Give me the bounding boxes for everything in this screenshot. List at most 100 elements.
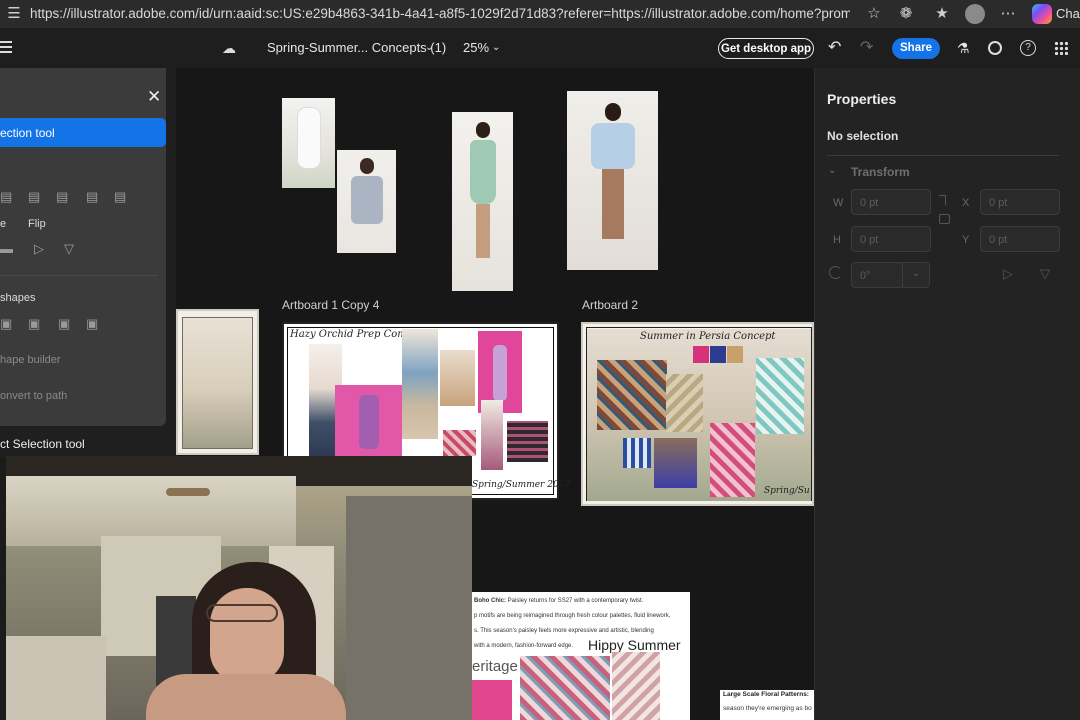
person-shoulders: [146, 674, 346, 720]
divider: [827, 155, 1059, 156]
align-left-icon[interactable]: ▤: [0, 189, 12, 205]
selection-status: No selection: [827, 129, 899, 143]
webcam-overlay: [6, 456, 472, 720]
align-middle-icon[interactable]: ▤: [86, 189, 98, 205]
convert-to-path-item[interactable]: onvert to path: [0, 390, 67, 402]
width-field[interactable]: 0 pt: [851, 189, 931, 215]
get-desktop-app-button[interactable]: Get desktop app: [718, 38, 814, 59]
chevron-down-icon[interactable]: ⌄: [828, 165, 836, 176]
chat-label[interactable]: Chat: [1056, 0, 1080, 28]
collage-tile: [710, 423, 755, 497]
active-tool-item[interactable]: ection tool: [0, 118, 166, 147]
fashion-photo-blue-set[interactable]: [567, 91, 658, 270]
collage-pink-block: [335, 385, 402, 457]
zoom-chevron-icon[interactable]: ⌄: [492, 28, 500, 68]
board-title: Summer in Persia Concept: [640, 331, 776, 342]
fashion-photo-white-blouse[interactable]: [282, 98, 335, 188]
site-info-icon[interactable]: ☰: [2, 0, 26, 28]
collage-tile: [756, 358, 804, 434]
zoom-level[interactable]: 25%: [463, 28, 489, 68]
fashion-photo-mint-dress[interactable]: [452, 112, 513, 291]
collage-photo: [402, 329, 438, 439]
help-icon[interactable]: ?: [1020, 40, 1036, 56]
text-artboard-floral[interactable]: Large Scale Floral Patterns: season they…: [720, 690, 814, 720]
collage-tile: [623, 438, 651, 468]
w-label: W: [833, 197, 844, 209]
x-label: X: [962, 197, 970, 209]
copilot-icon[interactable]: [1032, 4, 1052, 24]
swatch: [710, 346, 726, 363]
height-field[interactable]: 0 pt: [851, 226, 931, 252]
flip-vertical-icon[interactable]: ▽: [64, 241, 74, 257]
x-position-field[interactable]: 0 pt: [980, 189, 1060, 215]
profile-avatar[interactable]: [965, 4, 985, 24]
divider: [0, 275, 158, 276]
redo-icon[interactable]: ↷: [860, 28, 873, 68]
glasses: [206, 604, 278, 622]
exclude-icon[interactable]: ▣: [86, 316, 98, 332]
fashion-photo-grey-top[interactable]: [337, 150, 396, 253]
swatch: [727, 346, 743, 363]
wall-right: [346, 496, 472, 720]
extensions-icon[interactable]: ❁: [894, 0, 918, 28]
artboard-partial[interactable]: [176, 309, 259, 455]
flip-horizontal-icon[interactable]: ▷: [1003, 266, 1013, 282]
align-center-icon[interactable]: ▤: [28, 189, 40, 205]
transform-section-label[interactable]: Transform: [851, 165, 910, 179]
paragraph-heading: Boho Chic:: [474, 598, 506, 604]
board-footer: Spring/Su: [764, 486, 810, 496]
partial-label: e: [0, 218, 7, 230]
cloud-sync-icon[interactable]: ☁: [222, 40, 236, 57]
collage-pink-block: [472, 680, 512, 720]
collage-pattern: [612, 652, 660, 720]
selection-tool-options: ✕ ection tool ▤ ▤ ▤ ▤ ▤ e Flip ▬ ▷ ▽ sha…: [0, 68, 166, 426]
chevron-down-icon[interactable]: ⌄: [425, 28, 433, 68]
paragraph-text: p motifs are being reimagined through fr…: [474, 613, 671, 619]
collage-photo: [481, 400, 503, 470]
collage-plaid: [507, 421, 548, 462]
distribute-icon[interactable]: ▬: [0, 241, 13, 256]
undo-icon[interactable]: ↶: [828, 28, 841, 68]
apps-grid-icon[interactable]: [1054, 41, 1068, 55]
share-button[interactable]: Share: [892, 38, 940, 59]
artboard-label[interactable]: Artboard 2: [582, 298, 638, 312]
document-name[interactable]: Spring-Summer... Concepts (1): [267, 28, 446, 68]
constrain-link-top: [939, 195, 946, 205]
rotate-field[interactable]: 0°: [851, 262, 903, 288]
minus-front-icon[interactable]: ▣: [28, 316, 40, 332]
flip-horizontal-icon[interactable]: ▷: [34, 241, 44, 257]
align-top-icon[interactable]: ▤: [56, 189, 68, 205]
beaker-icon[interactable]: ⚗: [957, 28, 970, 68]
person-face: [210, 588, 284, 682]
properties-panel: Properties No selection ⌄ Transform W 0 …: [814, 68, 1080, 720]
collage-photo: [440, 350, 475, 406]
search-icon[interactable]: [988, 41, 1002, 55]
app-header: ☁ Spring-Summer... Concepts (1) ⌄ 25% ⌄ …: [0, 28, 1080, 69]
align-bottom-icon[interactable]: ▤: [114, 189, 126, 205]
artboard-summer-persia[interactable]: Summer in Persia Concept Spring/Su: [581, 322, 814, 506]
direct-selection-tool-item[interactable]: ct Selection tool: [0, 437, 85, 451]
floral-heading: Large Scale Floral Patterns:: [723, 691, 809, 698]
chair: [6, 636, 106, 720]
favorites-icon[interactable]: ★: [930, 0, 954, 28]
hippy-summer-heading: Hippy Summer: [588, 637, 681, 653]
y-label: Y: [962, 234, 970, 246]
artboard-label[interactable]: Artboard 1 Copy 4: [282, 298, 379, 312]
y-position-field[interactable]: 0 pt: [980, 226, 1060, 252]
address-bar[interactable]: https://illustrator.adobe.com/id/urn:aai…: [30, 3, 850, 25]
flip-vertical-icon[interactable]: ▽: [1040, 266, 1050, 282]
close-icon[interactable]: ✕: [147, 88, 161, 106]
browser-toolbar: ☰ https://illustrator.adobe.com/id/urn:a…: [0, 0, 1080, 29]
lock-icon[interactable]: [939, 214, 950, 224]
shape-builder-item[interactable]: hape builder: [0, 354, 61, 366]
hamburger-menu-icon[interactable]: [0, 41, 12, 53]
swatch: [693, 346, 709, 363]
unite-icon[interactable]: ▣: [0, 316, 12, 332]
rotate-dropdown-icon[interactable]: ⌄: [902, 262, 930, 288]
more-icon[interactable]: ⋯: [996, 0, 1020, 28]
intersect-icon[interactable]: ▣: [58, 316, 70, 332]
star-icon[interactable]: ☆: [862, 0, 886, 28]
active-tool-label: ection tool: [0, 126, 55, 140]
text-artboard[interactable]: Boho Chic: Paisley returns for SS27 with…: [472, 592, 690, 720]
heritage-heading: eritage: [472, 658, 518, 675]
